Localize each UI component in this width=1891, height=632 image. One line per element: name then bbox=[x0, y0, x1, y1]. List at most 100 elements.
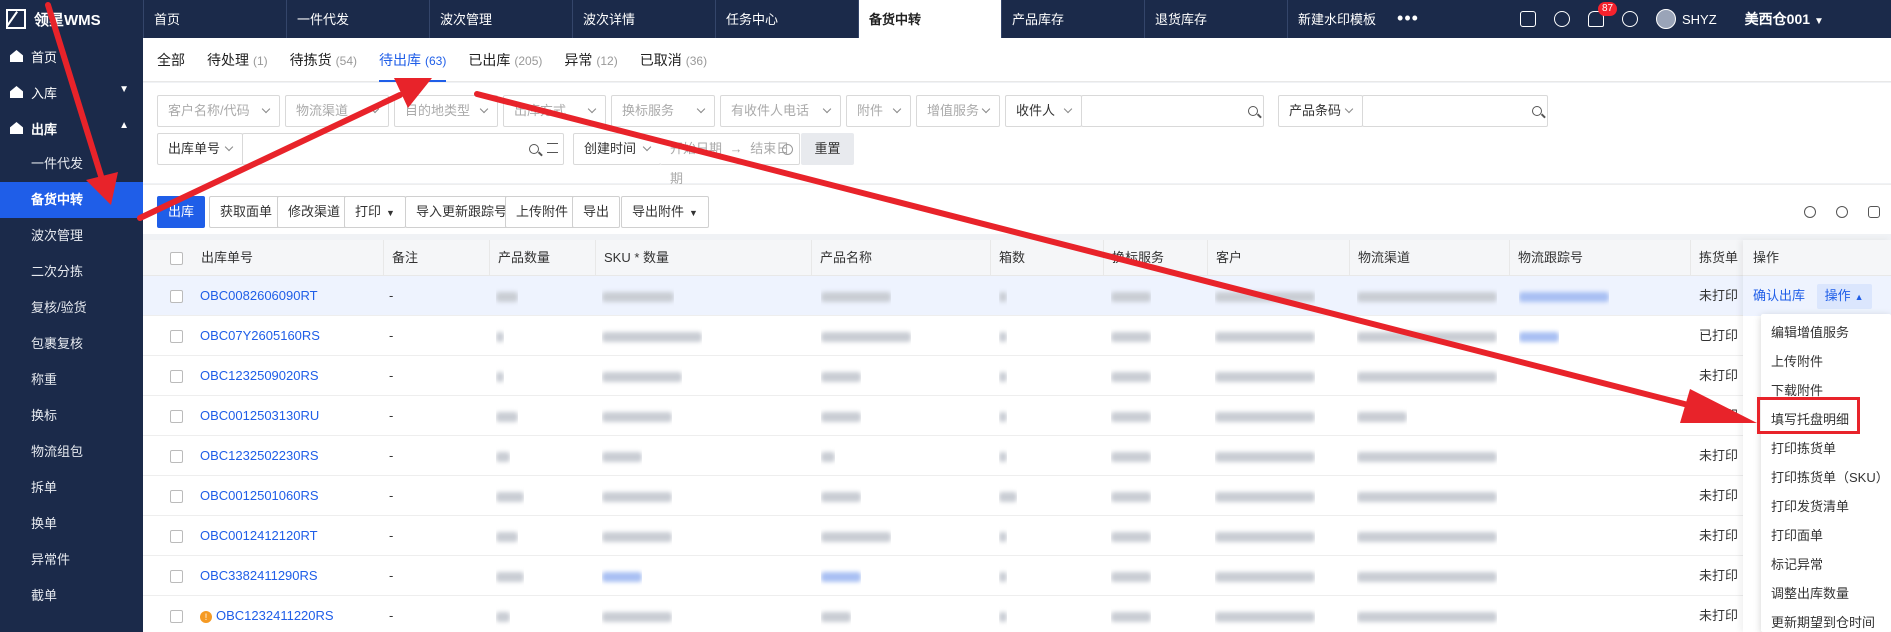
order-no-field-select[interactable]: 出库单号 bbox=[157, 133, 243, 165]
sidebar-item-stock-transfer[interactable]: 备货中转 bbox=[0, 182, 143, 218]
menu-item-edit-vas[interactable]: 编辑增值服务 bbox=[1761, 318, 1891, 347]
table-row[interactable]: OBC0082606090RT - 未打印 bbox=[143, 276, 1891, 316]
nav-tab-home[interactable]: 首页 bbox=[143, 0, 286, 38]
row-checkbox[interactable] bbox=[170, 330, 183, 343]
menu-item-print-ship-list[interactable]: 打印发货清单 bbox=[1761, 492, 1891, 521]
menu-item-update-eta[interactable]: 更新期望到仓时间 bbox=[1761, 608, 1891, 632]
sidebar-item-weigh[interactable]: 称重 bbox=[0, 362, 143, 398]
tab-shipped[interactable]: 已出库 (205) bbox=[468, 38, 542, 82]
outbound-button[interactable]: 出库 bbox=[157, 196, 206, 228]
nav-tab-product-stock[interactable]: 产品库存 bbox=[1001, 0, 1144, 38]
method-select[interactable]: 出库方式 bbox=[503, 95, 606, 127]
more-tabs-button[interactable]: ••• bbox=[1386, 0, 1430, 38]
row-checkbox[interactable] bbox=[170, 410, 183, 423]
sidebar-item-swap[interactable]: 换单 bbox=[0, 506, 143, 542]
menu-item-adjust-qty[interactable]: 调整出库数量 bbox=[1761, 579, 1891, 608]
order-no-link[interactable]: OBC07Y2605160RS bbox=[200, 316, 320, 356]
row-checkbox[interactable] bbox=[170, 570, 183, 583]
menu-item-print-pick-list-sku[interactable]: 打印拣货单（SKU） bbox=[1761, 463, 1891, 492]
sidebar-item-exception[interactable]: 异常件 bbox=[0, 542, 143, 578]
customer-select[interactable]: 客户名称/代码 bbox=[157, 95, 280, 127]
row-checkbox[interactable] bbox=[170, 610, 183, 623]
user-menu[interactable]: SHYZ bbox=[1656, 9, 1717, 29]
tab-to-ship[interactable]: 待出库 (63) bbox=[379, 38, 447, 82]
tab-pending[interactable]: 待处理 (1) bbox=[207, 38, 268, 82]
tab-to-pick[interactable]: 待拣货 (54) bbox=[290, 38, 357, 82]
export-attachment-button[interactable]: 导出附件 ▼ bbox=[621, 196, 709, 228]
time-type-select[interactable]: 创建时间 bbox=[573, 133, 661, 165]
sidebar-item-split[interactable]: 拆单 bbox=[0, 470, 143, 506]
download-icon[interactable] bbox=[1554, 11, 1570, 27]
sidebar-item-wave-mgmt[interactable]: 波次管理 bbox=[0, 218, 143, 254]
order-no-link[interactable]: OBC0012503130RU bbox=[200, 396, 319, 436]
list-icon[interactable] bbox=[547, 143, 558, 153]
change-channel-button[interactable]: 修改渠道 bbox=[277, 196, 352, 228]
notification-bell[interactable]: 87 bbox=[1588, 2, 1618, 27]
tab-exception[interactable]: 异常 (12) bbox=[564, 38, 617, 82]
dest-type-select[interactable]: 目的地类型 bbox=[394, 95, 498, 127]
export-button[interactable]: 导出 bbox=[572, 196, 621, 228]
tab-all[interactable]: 全部 bbox=[157, 38, 185, 82]
sidebar-item-logistics-pack[interactable]: 物流组包 bbox=[0, 434, 143, 470]
sidebar-item-package-review[interactable]: 包裹复核 bbox=[0, 326, 143, 362]
nav-tab-task-center[interactable]: 任务中心 bbox=[715, 0, 858, 38]
relabel-select[interactable]: 换标服务 bbox=[611, 95, 715, 127]
menu-item-print-pick-list[interactable]: 打印拣货单 bbox=[1761, 434, 1891, 463]
confirm-outbound-link[interactable]: 确认出库 bbox=[1753, 288, 1805, 303]
sidebar-item-secondary-sort[interactable]: 二次分拣 bbox=[0, 254, 143, 290]
row-checkbox[interactable] bbox=[170, 370, 183, 383]
order-no-link[interactable]: OBC0082606090RT bbox=[200, 276, 318, 316]
table-row[interactable]: OBC07Y2605160RS - 已打印 bbox=[143, 316, 1891, 356]
gear-icon[interactable] bbox=[1622, 11, 1638, 27]
table-row[interactable]: OBC0012503130RU - 未打印 bbox=[143, 396, 1891, 436]
table-row[interactable]: OBC3382411290RS - 未打印 bbox=[143, 556, 1891, 596]
reset-button[interactable]: 重置 bbox=[801, 133, 854, 165]
table-row[interactable]: OBC1232502230RS - 未打印 bbox=[143, 436, 1891, 476]
order-no-link[interactable]: OBC0012501060RS bbox=[200, 476, 319, 516]
nav-tab-wave-detail[interactable]: 波次详情 bbox=[572, 0, 715, 38]
sidebar-item-home[interactable]: 首页 bbox=[0, 38, 143, 74]
menu-item-upload-attachment[interactable]: 上传附件 bbox=[1761, 347, 1891, 376]
order-no-link[interactable]: OBC1232411220RS bbox=[216, 608, 334, 623]
nav-tab-return-stock[interactable]: 退货库存 bbox=[1144, 0, 1287, 38]
sidebar-item-intercept[interactable]: 截单 bbox=[0, 578, 143, 614]
barcode-field-select[interactable]: 产品条码 bbox=[1278, 95, 1363, 127]
sidebar-item-outbound[interactable]: 出库 ▲ bbox=[0, 110, 143, 146]
order-no-link[interactable]: OBC1232502230RS bbox=[200, 436, 319, 476]
vas-select[interactable]: 增值服务 bbox=[916, 95, 1000, 127]
channel-select[interactable]: 物流渠道 bbox=[285, 95, 389, 127]
nav-tab-stock-transfer[interactable]: 备货中转 bbox=[858, 0, 1001, 38]
help-icon[interactable] bbox=[1836, 206, 1848, 218]
upload-attachment-button[interactable]: 上传附件 bbox=[505, 196, 580, 228]
menu-item-mark-exception[interactable]: 标记异常 bbox=[1761, 550, 1891, 579]
tab-cancelled[interactable]: 已取消 (36) bbox=[640, 38, 707, 82]
row-checkbox[interactable] bbox=[170, 490, 183, 503]
print-button[interactable]: 打印 ▼ bbox=[344, 196, 406, 228]
phone-select[interactable]: 有收件人电话 bbox=[720, 95, 841, 127]
recipient-field-select[interactable]: 收件人 bbox=[1005, 95, 1082, 127]
select-all-checkbox[interactable] bbox=[170, 252, 183, 265]
barcode-input[interactable] bbox=[1362, 95, 1548, 127]
table-row[interactable]: OBC1232509020RS - 未打印 bbox=[143, 356, 1891, 396]
operation-dropdown-button[interactable]: 操作 ▲ bbox=[1816, 284, 1872, 309]
sidebar-item-inbound[interactable]: 入库 ▼ bbox=[0, 74, 143, 110]
order-no-link[interactable]: OBC3382411290RS bbox=[200, 556, 318, 596]
row-checkbox[interactable] bbox=[170, 450, 183, 463]
table-row[interactable]: OBC0012412120RT - 未打印 bbox=[143, 516, 1891, 556]
table-row[interactable]: OBC0012501060RS - 未打印 bbox=[143, 476, 1891, 516]
table-row[interactable]: ! OBC1232411220RS - 未打印 bbox=[143, 596, 1891, 632]
nav-tab-dropship[interactable]: 一件代发 bbox=[286, 0, 429, 38]
menu-item-print-label[interactable]: 打印面单 bbox=[1761, 521, 1891, 550]
row-checkbox[interactable] bbox=[170, 530, 183, 543]
settings-icon[interactable] bbox=[1868, 206, 1880, 218]
order-no-link[interactable]: OBC1232509020RS bbox=[200, 356, 319, 396]
recipient-input[interactable] bbox=[1081, 95, 1264, 127]
order-no-link[interactable]: OBC0012412120RT bbox=[200, 516, 318, 556]
order-no-input[interactable] bbox=[242, 133, 564, 165]
get-label-button[interactable]: 获取面单 bbox=[209, 196, 284, 228]
app-logo[interactable]: 领星WMS bbox=[0, 0, 143, 38]
import-tracking-button[interactable]: 导入更新跟踪号 bbox=[405, 196, 519, 228]
sidebar-item-dropship[interactable]: 一件代发 bbox=[0, 146, 143, 182]
sidebar-item-review[interactable]: 复核/验货 bbox=[0, 290, 143, 326]
inbox-icon[interactable] bbox=[1520, 11, 1536, 27]
